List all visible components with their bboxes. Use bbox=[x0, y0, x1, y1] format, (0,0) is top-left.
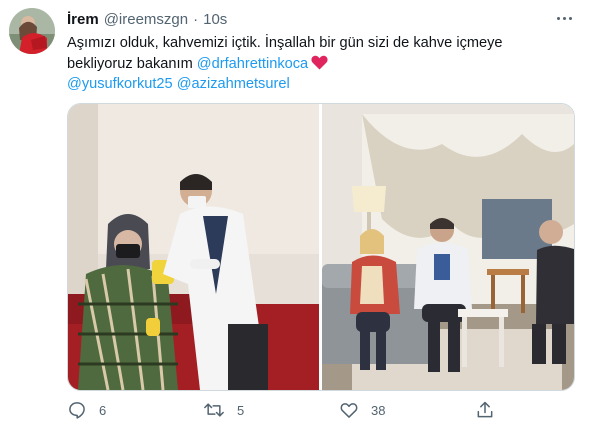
tweet-header: İrem @ireemszgn · 10s bbox=[67, 9, 227, 29]
retweet-count: 5 bbox=[237, 402, 245, 418]
mention-yusufkorkut25[interactable]: @yusufkorkut25 bbox=[67, 76, 173, 92]
more-options-icon[interactable] bbox=[553, 9, 575, 27]
tweet-text-line-2: bekliyoruz bakanım @drfahrettinkoca bbox=[67, 54, 572, 75]
tweet[interactable]: İrem @ireemszgn · 10s Aşımızı olduk, kah… bbox=[0, 0, 589, 430]
share-icon bbox=[475, 400, 495, 420]
separator-dot: · bbox=[193, 10, 199, 28]
tweet-text-line-1: Aşımızı olduk, kahvemizi içtik. İnşallah… bbox=[67, 35, 503, 51]
action-bar: 6 5 38 bbox=[67, 398, 497, 422]
author-handle[interactable]: @ireemszgn bbox=[104, 11, 188, 28]
reply-icon bbox=[67, 400, 87, 420]
like-count: 38 bbox=[371, 402, 386, 418]
tweet-text-line-3: @yusufkorkut25 @azizahmetsurel bbox=[67, 74, 572, 95]
heart-icon bbox=[339, 400, 359, 420]
avatar[interactable] bbox=[9, 8, 55, 54]
photo-right[interactable] bbox=[322, 104, 574, 390]
retweet-icon bbox=[203, 400, 225, 420]
like-button[interactable]: 38 bbox=[339, 398, 385, 422]
tweet-text: Aşımızı olduk, kahvemizi içtik. İnşallah… bbox=[67, 33, 572, 95]
mention-drfahrettinkoca[interactable]: @drfahrettinkoca bbox=[197, 56, 308, 72]
share-button[interactable] bbox=[475, 398, 495, 422]
reply-button[interactable]: 6 bbox=[67, 398, 106, 422]
tweet-text-prefix: bekliyoruz bakanım bbox=[67, 55, 197, 72]
retweet-button[interactable]: 5 bbox=[203, 398, 244, 422]
mention-azizahmetsurel[interactable]: @azizahmetsurel bbox=[177, 76, 290, 92]
reply-count: 6 bbox=[99, 402, 107, 418]
media-grid bbox=[67, 103, 575, 391]
author-name[interactable]: İrem bbox=[67, 11, 99, 28]
photo-left[interactable] bbox=[68, 104, 319, 390]
timestamp[interactable]: 10s bbox=[203, 11, 227, 28]
red-heart-emoji-icon bbox=[311, 55, 328, 70]
